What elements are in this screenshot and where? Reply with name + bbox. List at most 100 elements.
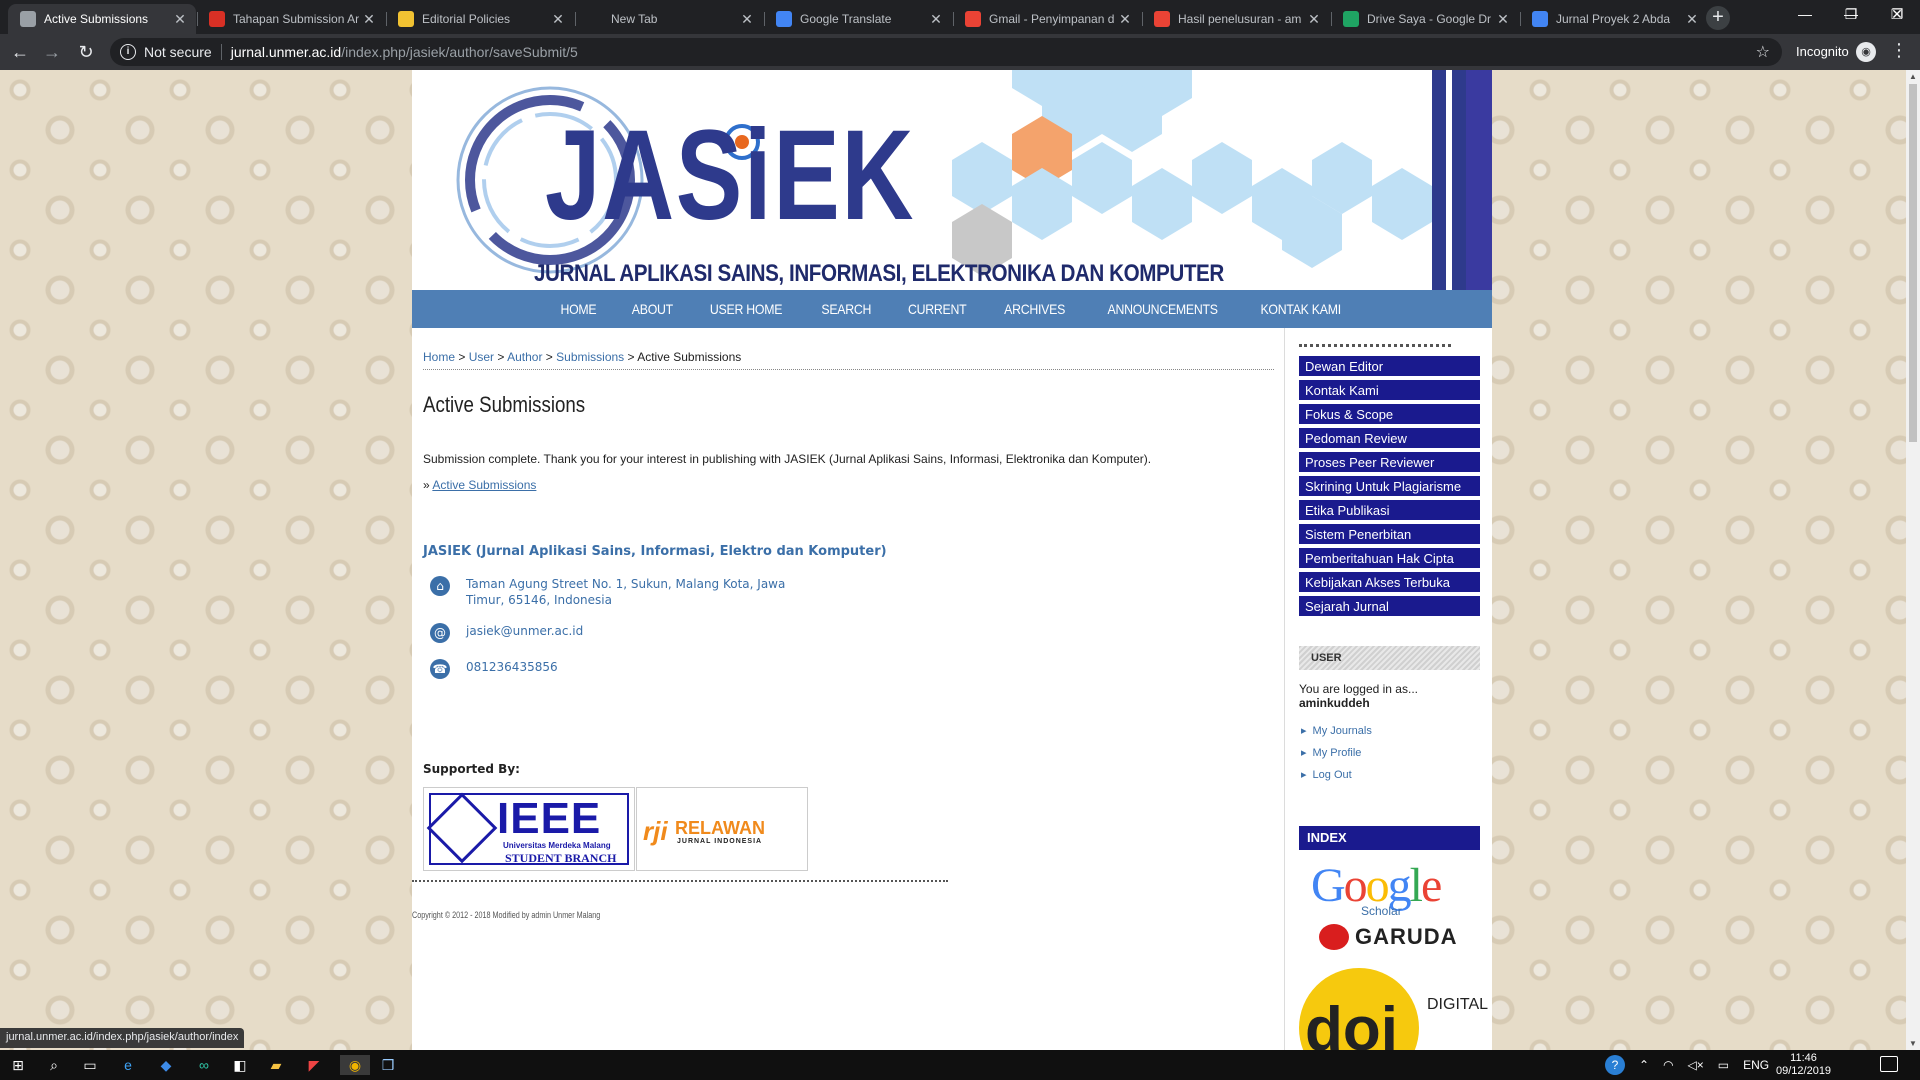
tab-1[interactable]: Tahapan Submission Ar ✕ xyxy=(197,4,385,34)
volume-icon[interactable]: ◁× xyxy=(1688,1058,1704,1072)
submission-complete-message: Submission complete. Thank you for your … xyxy=(423,452,1152,466)
breadcrumb-author[interactable]: Author xyxy=(507,350,542,364)
nav-kontak-kami[interactable]: KONTAK KAMI xyxy=(1247,301,1354,317)
nav-user-home[interactable]: USER HOME xyxy=(697,301,796,317)
doi-logo[interactable]: doi xyxy=(1299,968,1419,1050)
back-icon[interactable]: ← xyxy=(8,40,32,64)
url-text[interactable]: jurnal.unmer.ac.id/index.php/jasiek/auth… xyxy=(231,44,578,60)
scroll-down-icon[interactable]: ▼ xyxy=(1906,1039,1920,1048)
tab-close-icon[interactable]: ✕ xyxy=(1495,11,1511,28)
sidebar-item-hak-cipta[interactable]: Pemberitahuan Hak Cipta xyxy=(1299,548,1480,570)
task-view-icon[interactable]: ▭ xyxy=(80,1055,100,1075)
nav-current[interactable]: CURRENT xyxy=(895,301,980,317)
app-icon[interactable]: ◤ xyxy=(304,1055,324,1075)
nav-archives[interactable]: ARCHIVES xyxy=(991,301,1078,317)
tab-8[interactable]: Jurnal Proyek 2 Abda ✕ xyxy=(1520,4,1708,34)
ojs-icon xyxy=(398,11,414,27)
rji-logo[interactable]: rji RELAWAN JURNAL INDONESIA xyxy=(636,787,808,871)
tab-6[interactable]: Hasil penelusuran - am ✕ xyxy=(1142,4,1330,34)
help-icon[interactable]: ? xyxy=(1605,1055,1625,1075)
index-block-heading: INDEX xyxy=(1299,826,1480,850)
bookmark-star-icon[interactable]: ☆ xyxy=(1756,42,1770,62)
edge-icon[interactable]: e xyxy=(118,1055,138,1075)
garuda-logo[interactable]: GARUDA xyxy=(1319,924,1458,950)
tab-close-icon[interactable]: ✕ xyxy=(172,11,188,28)
app-cube-icon[interactable]: ❒ xyxy=(378,1055,398,1075)
nav-home[interactable]: HOME xyxy=(547,301,609,317)
security-label[interactable]: Not secure xyxy=(144,44,212,60)
tab-close-icon[interactable]: ✕ xyxy=(361,11,377,28)
reload-icon[interactable]: ↻ xyxy=(74,40,98,64)
new-tab-button[interactable]: + xyxy=(1706,6,1730,30)
sidebar-item-sistem-penerbitan[interactable]: Sistem Penerbitan xyxy=(1299,524,1480,546)
tab-0[interactable]: Active Submissions ✕ xyxy=(8,4,196,34)
scroll-up-icon[interactable]: ▲ xyxy=(1906,72,1920,81)
nav-announcements[interactable]: ANNOUNCEMENTS xyxy=(1094,301,1231,317)
url-path: /index.php/jasiek/author/saveSubmit/5 xyxy=(341,44,578,60)
tab-close-icon[interactable]: ✕ xyxy=(1684,11,1700,28)
windows-start-icon[interactable]: ⊞ xyxy=(8,1055,28,1075)
google-scholar-logo[interactable]: Google Scholar xyxy=(1311,859,1442,919)
sidebar-item-proses-peer-reviewer[interactable]: Proses Peer Reviewer xyxy=(1299,452,1480,474)
sidebar-item-kontak-kami[interactable]: Kontak Kami xyxy=(1299,380,1480,402)
page-scrollbar[interactable]: ▲ ▼ xyxy=(1906,70,1920,1050)
email-text[interactable]: jasiek@unmer.ac.id xyxy=(466,623,583,639)
search-icon[interactable]: ⌕ xyxy=(44,1055,64,1075)
tab-2[interactable]: Editorial Policies ✕ xyxy=(386,4,574,34)
store-icon[interactable]: ◧ xyxy=(230,1055,250,1075)
address-line-1: Taman Agung Street No. 1, Sukun, Malang … xyxy=(466,577,786,591)
tab-close-icon[interactable]: ✕ xyxy=(1117,11,1133,28)
tab-5[interactable]: Gmail - Penyimpanan d ✕ xyxy=(953,4,1141,34)
sidebar-item-dewan-editor[interactable]: Dewan Editor xyxy=(1299,356,1480,378)
breadcrumb-user[interactable]: User xyxy=(469,350,494,364)
sidebar-item-fokus-scope[interactable]: Fokus & Scope xyxy=(1299,404,1480,426)
network-icon[interactable]: ◠ xyxy=(1663,1058,1673,1072)
active-submissions-link[interactable]: Active Submissions xyxy=(432,478,536,492)
dropbox-icon[interactable]: ◆ xyxy=(156,1055,176,1075)
nav-search[interactable]: SEARCH xyxy=(808,301,884,317)
tab-3[interactable]: New Tab ✕ xyxy=(575,4,763,34)
tab-close-icon[interactable]: ✕ xyxy=(739,11,755,28)
browser-menu-icon[interactable]: ⋮ xyxy=(1890,40,1908,61)
ieee-logo[interactable]: IEEE Universitas Merdeka Malang STUDENT … xyxy=(423,787,635,871)
my-journals-link[interactable]: My Journals xyxy=(1301,724,1372,737)
infinity-app-icon[interactable]: ∞ xyxy=(194,1055,214,1075)
info-icon[interactable]: i xyxy=(120,44,136,60)
google-letter: G xyxy=(1311,859,1346,912)
tab-close-icon[interactable]: ✕ xyxy=(928,11,944,28)
window-close-icon[interactable]: ✕ xyxy=(1874,0,1920,30)
incognito-icon[interactable]: ◉ xyxy=(1856,42,1876,62)
keyboard-icon[interactable]: ▭ xyxy=(1718,1058,1729,1072)
my-profile-link[interactable]: My Profile xyxy=(1301,746,1362,759)
breadcrumb-submissions[interactable]: Submissions xyxy=(556,350,624,364)
tab-7[interactable]: Drive Saya - Google Dr ✕ xyxy=(1331,4,1519,34)
page-title: Active Submissions xyxy=(423,392,586,417)
language-indicator[interactable]: ENG xyxy=(1743,1058,1769,1072)
clock[interactable]: 11:46 09/12/2019 xyxy=(1776,1052,1831,1078)
link-prefix: » xyxy=(423,478,430,492)
address-bar[interactable]: i Not secure jurnal.unmer.ac.id/index.ph… xyxy=(110,38,1782,66)
file-explorer-icon[interactable]: ▰ xyxy=(266,1055,286,1075)
sidebar-item-etika-publikasi[interactable]: Etika Publikasi xyxy=(1299,500,1480,522)
window-restore-icon[interactable]: ❐ xyxy=(1828,0,1874,30)
tab-close-icon[interactable]: ✕ xyxy=(550,11,566,28)
nav-about[interactable]: ABOUT xyxy=(618,301,686,317)
tab-title: Active Submissions xyxy=(44,12,149,26)
log-out-link[interactable]: Log Out xyxy=(1301,768,1352,781)
sidebar-item-akses-terbuka[interactable]: Kebijakan Akses Terbuka xyxy=(1299,572,1480,594)
ieee-logo-line1: Universitas Merdeka Malang xyxy=(503,841,611,850)
tab-4[interactable]: Google Translate ✕ xyxy=(764,4,952,34)
window-minimize-icon[interactable]: — xyxy=(1782,0,1828,30)
sidebar-item-sejarah-jurnal[interactable]: Sejarah Jurnal xyxy=(1299,596,1480,618)
tab-close-icon[interactable]: ✕ xyxy=(1306,11,1322,28)
site-logo-title: JASiEK xyxy=(545,104,916,247)
sidebar-item-pedoman-review[interactable]: Pedoman Review xyxy=(1299,428,1480,450)
chrome-icon[interactable]: ◉ xyxy=(340,1055,370,1075)
scrollbar-thumb[interactable] xyxy=(1909,84,1917,442)
notification-icon[interactable] xyxy=(1880,1056,1898,1072)
chevron-up-icon[interactable]: ⌃ xyxy=(1639,1058,1649,1072)
pdf-icon xyxy=(209,11,225,27)
breadcrumb-home[interactable]: Home xyxy=(423,350,455,364)
forward-icon[interactable]: → xyxy=(40,40,64,64)
sidebar-item-skrining-plagiarisme[interactable]: Skrining Untuk Plagiarisme xyxy=(1299,476,1480,498)
